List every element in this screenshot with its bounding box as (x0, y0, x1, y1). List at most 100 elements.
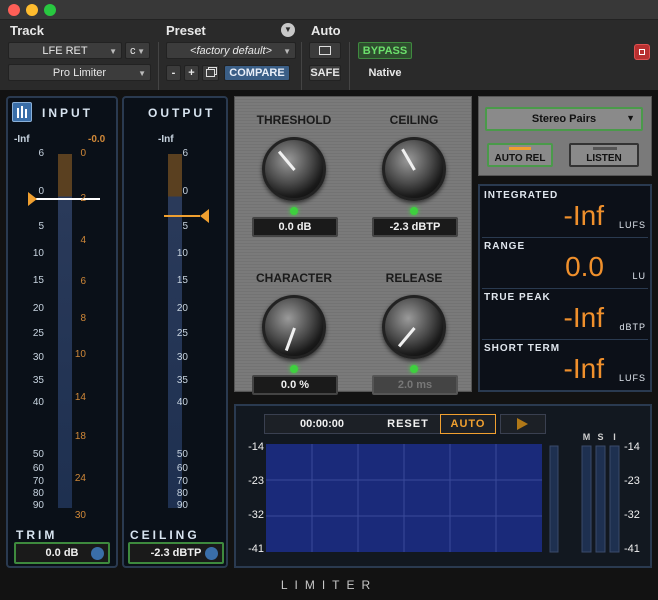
threshold-value[interactable]: 0.0 dB (252, 217, 338, 237)
scale-tick-label: 35 (32, 375, 44, 386)
release-label: RELEASE (385, 271, 443, 285)
input-meter-panel: INPUT -Inf -0.0 6 0 5 10 15 20 25 30 35 40 50 60 70 8… (6, 96, 118, 568)
ceiling-field[interactable]: -2.3 dBTP (128, 542, 224, 564)
zoom-window-icon[interactable] (44, 4, 56, 16)
preset-dropdown[interactable]: <factory default> ▼ (166, 42, 296, 59)
scale-tick-label: 25 (176, 328, 188, 339)
loudness-value: 0.0 (565, 251, 604, 282)
scale-tick-label: 0 (80, 148, 86, 159)
next-preset-button[interactable]: + (184, 65, 199, 81)
loudness-value: -Inf (563, 302, 604, 333)
graph-y-label-left: -41 (248, 543, 264, 555)
character-label: CHARACTER (256, 271, 332, 285)
compare-button[interactable]: COMPARE (224, 65, 290, 81)
plugin-name-value: Pro Limiter (52, 66, 107, 79)
character-knob[interactable] (262, 295, 326, 359)
threshold-knob[interactable] (262, 137, 326, 201)
msi-label: S (597, 432, 603, 442)
output-title: OUTPUT (148, 106, 216, 120)
graph-y-label-right: -32 (624, 509, 640, 521)
ceiling-knob[interactable] (382, 137, 446, 201)
graph-y-label-right: -14 (624, 441, 640, 453)
msi-meter-bar (581, 445, 592, 553)
ceiling-value[interactable]: -2.3 dBTP (372, 217, 458, 237)
input-title: INPUT (42, 106, 93, 120)
track-name-dropdown[interactable]: LFE RET ▼ (8, 42, 122, 59)
scale-tick-label: 80 (176, 488, 188, 499)
loudness-unit: dBTP (619, 322, 646, 332)
scale-tick-label: 15 (176, 275, 188, 286)
release-value[interactable]: 2.0 ms (372, 375, 458, 395)
meter-bars-icon (17, 106, 27, 118)
scale-tick-label: 30 (32, 352, 44, 363)
loudness-value: -Inf (563, 200, 604, 231)
link-icon (91, 547, 104, 560)
scale-tick-label: 50 (32, 449, 44, 460)
scale-tick-label: 5 (38, 221, 44, 232)
loudness-unit: LUFS (618, 220, 646, 230)
link-icon (205, 547, 218, 560)
chevron-down-icon: ▼ (626, 113, 635, 123)
scale-tick-label: 6 (80, 276, 86, 287)
ceiling-label: CEILING (389, 113, 439, 127)
close-icon (639, 49, 645, 55)
plugin-selector[interactable]: Pro Limiter ▼ (8, 64, 151, 81)
scale-tick-label: 18 (74, 431, 86, 442)
knob-pointer (277, 150, 296, 171)
ceiling-led (410, 207, 418, 215)
scale-tick-label: 14 (74, 392, 86, 403)
close-plugin-button[interactable] (634, 44, 650, 60)
ceiling-handle[interactable] (200, 209, 209, 223)
scale-tick-label: 35 (176, 375, 188, 386)
scale-tick-label: 0 (38, 186, 44, 197)
meter-options-button[interactable] (12, 102, 32, 122)
graph-y-label-left: -14 (248, 441, 264, 453)
chevron-down-icon: ▼ (137, 47, 145, 56)
automation-window-button[interactable] (309, 42, 341, 59)
copy-settings-button[interactable] (202, 65, 219, 81)
scale-tick-label: 10 (176, 248, 188, 259)
limiter-panel: INPUT -Inf -0.0 6 0 5 10 15 20 25 30 35 40 50 60 70 8… (0, 90, 658, 600)
input-peak-left: -Inf (14, 134, 30, 145)
minimize-window-icon[interactable] (26, 4, 38, 16)
loudness-value: -Inf (563, 353, 604, 384)
preset-menu-icon[interactable]: ▼ (281, 23, 295, 37)
scale-tick-label: 90 (176, 500, 188, 511)
scale-tick-label: 20 (32, 303, 44, 314)
scale-tick-label: 5 (182, 221, 188, 232)
scale-tick-label: 40 (32, 397, 44, 408)
scale-tick-label: 25 (32, 328, 44, 339)
auto-release-button[interactable]: AUTO REL (487, 143, 553, 167)
output-meter-panel: OUTPUT -Inf 6 0 5 10 15 20 25 30 35 40 50 60 70 80 90 … (122, 96, 228, 568)
input-peak-right: -0.0 (88, 134, 106, 145)
output-peak: -Inf (158, 134, 174, 145)
divider (482, 339, 648, 340)
plugin-header: Track Preset ▼ Auto LFE RET ▼ c ▼ Pro Li… (0, 20, 658, 108)
release-knob[interactable] (382, 295, 446, 359)
ceiling-label: CEILING (130, 528, 200, 542)
mode-panel: Stereo Pairs ▼ AUTO REL LISTEN (478, 96, 652, 176)
listen-button[interactable]: LISTEN (569, 143, 639, 167)
safe-button[interactable]: SAFE (309, 65, 341, 81)
divider (482, 288, 648, 289)
close-window-icon[interactable] (8, 4, 20, 16)
input-meter-bar (58, 154, 72, 508)
track-channel-value: c (130, 44, 136, 57)
loudness-unit: LU (632, 271, 646, 281)
scale-tick-label: 0 (182, 186, 188, 197)
listen-label: LISTEN (586, 152, 622, 164)
loudness-history-graph: -14 -23 -32 -41 -14 -23 -32 -41 M S I (248, 432, 640, 555)
track-channel-dropdown[interactable]: c ▼ (125, 42, 150, 59)
trim-field[interactable]: 0.0 dB (14, 542, 110, 564)
msi-meter-bar (595, 445, 606, 553)
character-value[interactable]: 0.0 % (252, 375, 338, 395)
graph-level-meter (549, 445, 559, 553)
stereo-mode-dropdown[interactable]: Stereo Pairs ▼ (485, 107, 643, 131)
track-name-value: LFE RET (42, 44, 88, 57)
previous-preset-button[interactable]: - (166, 65, 181, 81)
track-label: Track (10, 23, 44, 38)
bypass-button[interactable]: BYPASS (358, 42, 412, 59)
character-led (290, 365, 298, 373)
divider (482, 237, 648, 238)
scale-tick-label: 2 (80, 193, 86, 204)
